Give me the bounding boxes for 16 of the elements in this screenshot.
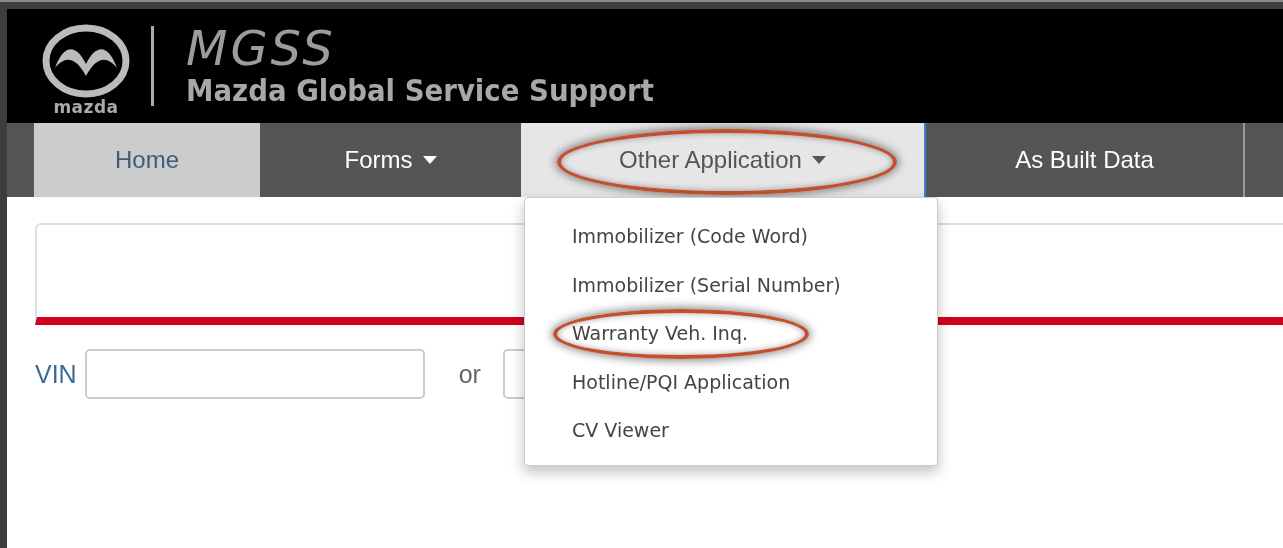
brand-wordmark: mazda — [53, 98, 119, 116]
menu-item[interactable]: Immobilizer (Code Word) — [525, 212, 937, 261]
vin-label: VIN — [35, 359, 77, 389]
nav-tab[interactable]: Other Application — [521, 123, 926, 197]
menu-item[interactable]: Hotline/PQI Application — [525, 357, 937, 406]
vin-field[interactable] — [84, 349, 425, 399]
menu-item[interactable]: Immobilizer (Serial Number) — [525, 260, 937, 309]
emblem-icon — [41, 24, 131, 98]
menu-item[interactable]: Warranty Veh. Inq. — [525, 309, 937, 358]
caret-icon — [811, 156, 826, 164]
app-name: MGSS — [186, 23, 337, 73]
nav-tab[interactable]: Home — [34, 123, 260, 197]
menu-item[interactable]: CV Viewer — [525, 406, 937, 455]
or-label: or — [458, 359, 481, 389]
caret-icon — [422, 156, 437, 164]
app-subtitle: Mazda Global Service Support — [186, 73, 654, 109]
